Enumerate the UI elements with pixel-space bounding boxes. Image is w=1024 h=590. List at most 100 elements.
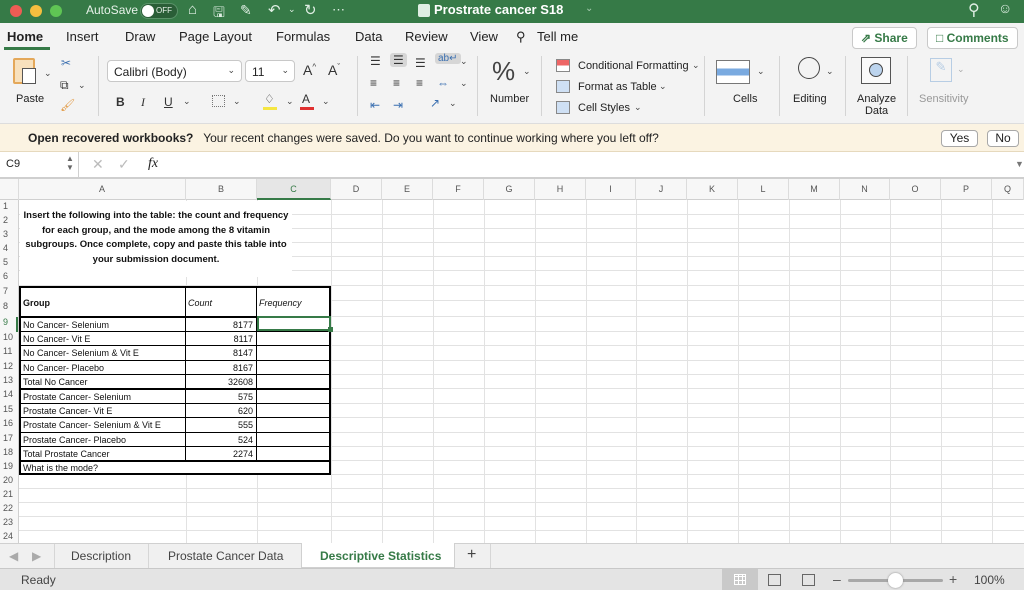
zoom-out-button[interactable]: – (833, 571, 841, 587)
orientation-chevron-icon[interactable]: ⌄ (449, 98, 457, 109)
align-left-icon[interactable]: ≡ (370, 76, 377, 90)
paste-chevron-icon[interactable]: ⌄ (44, 68, 52, 79)
fill-chevron-icon[interactable]: ⌄ (286, 96, 294, 107)
table-row-group[interactable]: Prostate Cancer- Placebo (19, 432, 186, 446)
selected-cell-c9[interactable] (257, 316, 331, 331)
row-header-11[interactable]: 11 (0, 346, 18, 361)
font-name-select[interactable]: Calibri (Body) ⌄ (107, 60, 242, 82)
undo-chevron-icon[interactable]: ⌄ (288, 4, 296, 15)
undo-icon[interactable]: ↶ (268, 1, 281, 19)
banner-no-button[interactable]: No (987, 130, 1019, 147)
column-header-p[interactable]: P (941, 179, 992, 200)
row-header-10[interactable]: 10 (0, 332, 18, 346)
table-row-frequency[interactable] (257, 446, 331, 460)
row-header-9[interactable]: 9 (0, 317, 18, 332)
table-row-count[interactable]: 32608 (186, 374, 257, 388)
page-layout-view-icon[interactable] (768, 574, 781, 586)
redo-icon[interactable]: ↻ (304, 1, 317, 19)
row-header-5[interactable]: 5 (0, 257, 18, 271)
document-title[interactable]: Prostrate cancer S18 (434, 2, 563, 17)
minimize-window-button[interactable] (30, 5, 42, 17)
name-box[interactable]: C9 (6, 158, 20, 170)
wrap-chevron-icon[interactable]: ⌄ (460, 56, 468, 67)
table-row-frequency[interactable] (257, 345, 331, 360)
conditional-formatting-button[interactable]: Conditional Formatting (578, 60, 689, 72)
cut-icon[interactable]: ✂ (61, 56, 71, 70)
row-header-22[interactable]: 22 (0, 503, 18, 517)
paste-icon[interactable] (13, 58, 36, 84)
row-header-21[interactable]: 21 (0, 489, 18, 503)
increase-font-icon[interactable]: A^ (303, 62, 316, 78)
font-size-select[interactable]: 11 ⌄ (245, 60, 295, 82)
next-sheet-icon[interactable]: ▶ (32, 549, 41, 563)
column-header-d[interactable]: D (331, 179, 382, 200)
italic-button[interactable]: I (141, 95, 145, 110)
table-row-group[interactable]: No Cancer- Vit E (19, 331, 186, 345)
paste-label[interactable]: Paste (16, 93, 44, 105)
name-box-stepper-icon[interactable]: ▲ ▼ (66, 154, 74, 172)
save-as-icon[interactable]: ✎ (240, 2, 252, 19)
zoom-slider[interactable] (848, 573, 943, 588)
sensitivity-chevron-icon[interactable]: ⌄ (957, 64, 965, 75)
row-header-20[interactable]: 20 (0, 475, 18, 489)
table-row-group[interactable]: Total No Cancer (19, 374, 186, 388)
table-row-group[interactable]: Prostate Cancer- Selenium (19, 388, 186, 403)
chevron-down-icon[interactable]: ⌄ (634, 102, 642, 113)
column-header-c[interactable]: C (257, 179, 331, 200)
analyze-data-button[interactable]: Analyze Data (857, 93, 896, 117)
row-header-19[interactable]: 19 (0, 461, 18, 475)
sensitivity-label[interactable]: Sensitivity (919, 93, 969, 105)
zoom-slider-knob[interactable] (888, 573, 903, 588)
align-bottom-icon[interactable]: ☰ (415, 56, 426, 70)
cells-chevron-icon[interactable]: ⌄ (757, 66, 765, 77)
decrease-indent-icon[interactable]: ⇤ (370, 98, 380, 112)
table-row-frequency[interactable] (257, 388, 331, 403)
table-row-group[interactable]: No Cancer- Placebo (19, 360, 186, 374)
close-window-button[interactable] (10, 5, 22, 17)
font-color-chevron-icon[interactable]: ⌄ (322, 96, 330, 107)
column-header-k[interactable]: K (687, 179, 738, 200)
row-header-2[interactable]: 2 (0, 215, 18, 229)
row-header-4[interactable]: 4 (0, 243, 18, 257)
column-header-q[interactable]: Q (992, 179, 1024, 200)
table-row-group[interactable]: Prostate Cancer- Selenium & Vit E (19, 417, 186, 432)
editing-chevron-icon[interactable]: ⌄ (826, 66, 834, 77)
decrease-font-icon[interactable]: Aˇ (328, 62, 340, 78)
column-header-e[interactable]: E (382, 179, 433, 200)
enter-icon[interactable]: ✓ (118, 156, 130, 173)
row-header-12[interactable]: 12 (0, 361, 18, 375)
fill-handle[interactable] (328, 327, 333, 332)
sheet-tab-description[interactable]: Description (71, 549, 131, 563)
cells-label[interactable]: Cells (733, 93, 757, 105)
mode-row[interactable]: What is the mode? (19, 460, 331, 475)
table-row-frequency[interactable] (257, 417, 331, 432)
merge-chevron-icon[interactable]: ⌄ (460, 78, 468, 89)
add-sheet-button[interactable]: + (467, 546, 476, 564)
row-header-14[interactable]: 14 (0, 389, 18, 404)
align-middle-icon[interactable]: ☰ (390, 53, 407, 67)
search-icon[interactable]: ⚲ (968, 0, 980, 20)
editing-search-icon[interactable] (798, 57, 820, 79)
column-header-f[interactable]: F (433, 179, 484, 200)
font-color-icon[interactable]: A (302, 92, 310, 106)
zoom-level[interactable]: 100% (974, 573, 1005, 587)
number-label[interactable]: Number (490, 93, 529, 105)
chevron-down-icon[interactable]: ⌄ (692, 60, 700, 71)
tab-insert[interactable]: Insert (66, 29, 99, 44)
table-row-count[interactable]: 620 (186, 403, 257, 417)
tab-data[interactable]: Data (355, 29, 382, 44)
row-header-1[interactable]: 1 (0, 201, 18, 215)
sensitivity-icon[interactable]: ✎ (930, 58, 952, 82)
row-header-17[interactable]: 17 (0, 433, 18, 447)
column-header-m[interactable]: M (789, 179, 840, 200)
increase-indent-icon[interactable]: ⇥ (393, 98, 403, 112)
wrap-text-icon[interactable]: ab↵ (435, 53, 461, 64)
cell-styles-button[interactable]: Cell Styles (578, 102, 630, 114)
format-painter-icon[interactable]: 🖌 (60, 98, 75, 112)
table-row-count[interactable]: 575 (186, 388, 257, 403)
percent-icon[interactable]: % (492, 56, 515, 87)
sheet-tab-descriptive-statistics[interactable]: Descriptive Statistics (320, 549, 441, 563)
row-header-23[interactable]: 23 (0, 517, 18, 531)
row-header-3[interactable]: 3 (0, 229, 18, 243)
table-row-group[interactable]: No Cancer- Selenium & Vit E (19, 345, 186, 360)
